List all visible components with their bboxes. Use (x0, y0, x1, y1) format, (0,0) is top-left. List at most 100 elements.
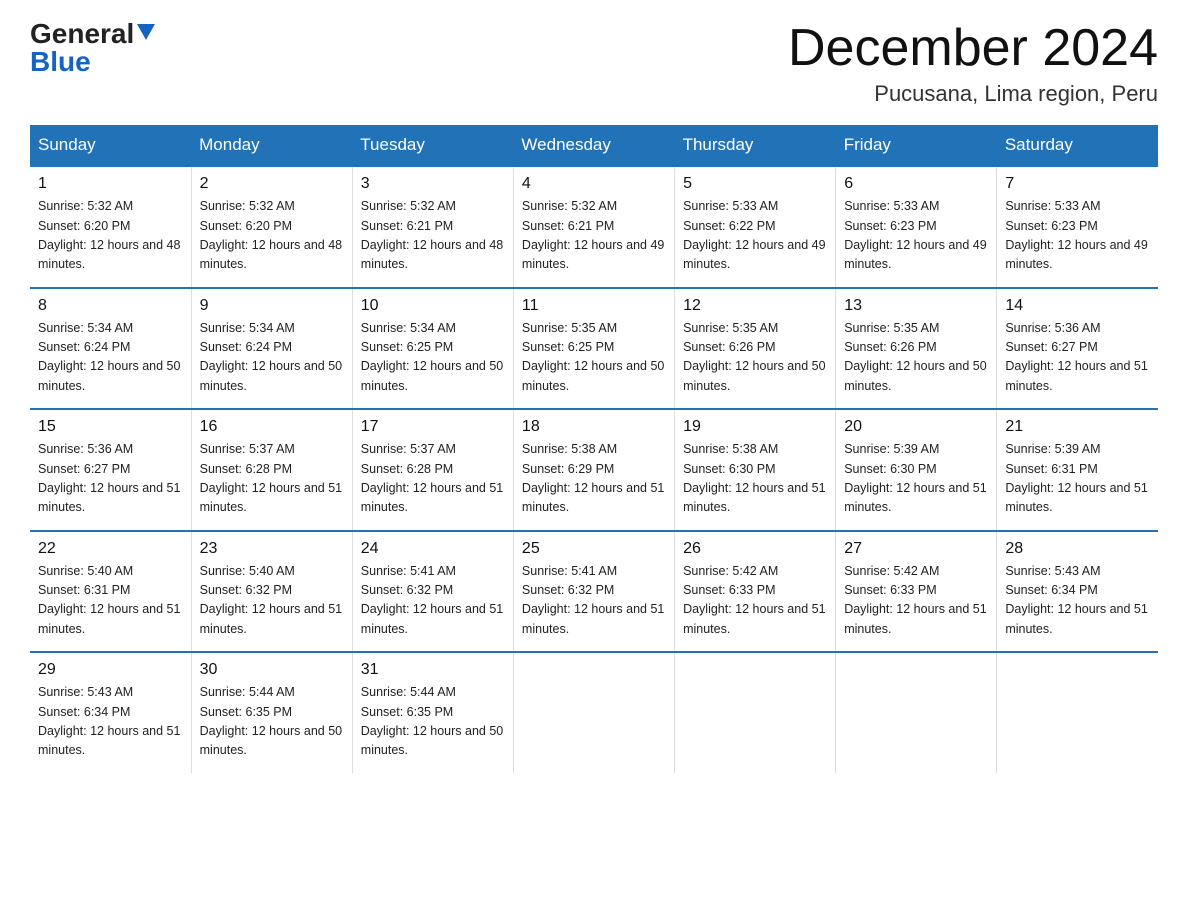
calendar-week-5: 29 Sunrise: 5:43 AMSunset: 6:34 PMDaylig… (30, 652, 1158, 773)
day-number: 10 (361, 297, 505, 315)
calendar-cell: 17 Sunrise: 5:37 AMSunset: 6:28 PMDaylig… (352, 409, 513, 531)
day-number: 11 (522, 297, 666, 315)
col-tuesday: Tuesday (352, 125, 513, 166)
day-number: 18 (522, 418, 666, 436)
day-number: 28 (1005, 540, 1150, 558)
day-number: 31 (361, 661, 505, 679)
day-number: 29 (38, 661, 183, 679)
day-info: Sunrise: 5:32 AMSunset: 6:20 PMDaylight:… (200, 199, 342, 271)
calendar-week-2: 8 Sunrise: 5:34 AMSunset: 6:24 PMDayligh… (30, 288, 1158, 410)
calendar-cell: 15 Sunrise: 5:36 AMSunset: 6:27 PMDaylig… (30, 409, 191, 531)
day-info: Sunrise: 5:32 AMSunset: 6:21 PMDaylight:… (522, 199, 664, 271)
day-info: Sunrise: 5:34 AMSunset: 6:25 PMDaylight:… (361, 321, 503, 393)
calendar-cell: 3 Sunrise: 5:32 AMSunset: 6:21 PMDayligh… (352, 166, 513, 288)
day-number: 6 (844, 175, 988, 193)
calendar-week-4: 22 Sunrise: 5:40 AMSunset: 6:31 PMDaylig… (30, 531, 1158, 653)
day-info: Sunrise: 5:42 AMSunset: 6:33 PMDaylight:… (683, 564, 825, 636)
col-sunday: Sunday (30, 125, 191, 166)
calendar-cell: 29 Sunrise: 5:43 AMSunset: 6:34 PMDaylig… (30, 652, 191, 773)
calendar-cell: 9 Sunrise: 5:34 AMSunset: 6:24 PMDayligh… (191, 288, 352, 410)
day-number: 24 (361, 540, 505, 558)
day-number: 12 (683, 297, 827, 315)
day-number: 14 (1005, 297, 1150, 315)
day-info: Sunrise: 5:33 AMSunset: 6:23 PMDaylight:… (1005, 199, 1147, 271)
calendar-cell: 28 Sunrise: 5:43 AMSunset: 6:34 PMDaylig… (997, 531, 1158, 653)
logo-blue-text: Blue (30, 48, 91, 76)
day-number: 23 (200, 540, 344, 558)
day-number: 7 (1005, 175, 1150, 193)
calendar-cell: 25 Sunrise: 5:41 AMSunset: 6:32 PMDaylig… (513, 531, 674, 653)
day-info: Sunrise: 5:33 AMSunset: 6:23 PMDaylight:… (844, 199, 986, 271)
logo-general-text: General (30, 20, 134, 48)
day-info: Sunrise: 5:36 AMSunset: 6:27 PMDaylight:… (38, 442, 180, 514)
calendar-header: Sunday Monday Tuesday Wednesday Thursday… (30, 125, 1158, 166)
calendar-cell: 26 Sunrise: 5:42 AMSunset: 6:33 PMDaylig… (675, 531, 836, 653)
day-info: Sunrise: 5:35 AMSunset: 6:25 PMDaylight:… (522, 321, 664, 393)
calendar-body: 1 Sunrise: 5:32 AMSunset: 6:20 PMDayligh… (30, 166, 1158, 773)
day-number: 5 (683, 175, 827, 193)
day-number: 27 (844, 540, 988, 558)
day-info: Sunrise: 5:37 AMSunset: 6:28 PMDaylight:… (361, 442, 503, 514)
day-info: Sunrise: 5:39 AMSunset: 6:30 PMDaylight:… (844, 442, 986, 514)
calendar-cell: 7 Sunrise: 5:33 AMSunset: 6:23 PMDayligh… (997, 166, 1158, 288)
day-number: 22 (38, 540, 183, 558)
calendar-title: December 2024 (788, 20, 1158, 77)
day-info: Sunrise: 5:33 AMSunset: 6:22 PMDaylight:… (683, 199, 825, 271)
day-number: 17 (361, 418, 505, 436)
day-info: Sunrise: 5:38 AMSunset: 6:29 PMDaylight:… (522, 442, 664, 514)
day-number: 3 (361, 175, 505, 193)
day-number: 13 (844, 297, 988, 315)
calendar-cell: 23 Sunrise: 5:40 AMSunset: 6:32 PMDaylig… (191, 531, 352, 653)
day-number: 19 (683, 418, 827, 436)
day-number: 2 (200, 175, 344, 193)
calendar-cell: 21 Sunrise: 5:39 AMSunset: 6:31 PMDaylig… (997, 409, 1158, 531)
day-info: Sunrise: 5:44 AMSunset: 6:35 PMDaylight:… (200, 685, 342, 757)
day-info: Sunrise: 5:42 AMSunset: 6:33 PMDaylight:… (844, 564, 986, 636)
calendar-cell: 5 Sunrise: 5:33 AMSunset: 6:22 PMDayligh… (675, 166, 836, 288)
day-number: 8 (38, 297, 183, 315)
col-monday: Monday (191, 125, 352, 166)
day-info: Sunrise: 5:41 AMSunset: 6:32 PMDaylight:… (361, 564, 503, 636)
calendar-cell: 10 Sunrise: 5:34 AMSunset: 6:25 PMDaylig… (352, 288, 513, 410)
day-info: Sunrise: 5:41 AMSunset: 6:32 PMDaylight:… (522, 564, 664, 636)
calendar-cell (997, 652, 1158, 773)
calendar-cell: 8 Sunrise: 5:34 AMSunset: 6:24 PMDayligh… (30, 288, 191, 410)
calendar-cell: 30 Sunrise: 5:44 AMSunset: 6:35 PMDaylig… (191, 652, 352, 773)
calendar-cell: 18 Sunrise: 5:38 AMSunset: 6:29 PMDaylig… (513, 409, 674, 531)
calendar-cell: 31 Sunrise: 5:44 AMSunset: 6:35 PMDaylig… (352, 652, 513, 773)
calendar-week-1: 1 Sunrise: 5:32 AMSunset: 6:20 PMDayligh… (30, 166, 1158, 288)
calendar-cell: 4 Sunrise: 5:32 AMSunset: 6:21 PMDayligh… (513, 166, 674, 288)
day-number: 9 (200, 297, 344, 315)
col-thursday: Thursday (675, 125, 836, 166)
day-info: Sunrise: 5:35 AMSunset: 6:26 PMDaylight:… (683, 321, 825, 393)
day-number: 21 (1005, 418, 1150, 436)
logo-triangle-icon (137, 24, 155, 40)
calendar-cell: 11 Sunrise: 5:35 AMSunset: 6:25 PMDaylig… (513, 288, 674, 410)
calendar-table: Sunday Monday Tuesday Wednesday Thursday… (30, 125, 1158, 773)
page-header: General Blue December 2024 Pucusana, Lim… (30, 20, 1158, 107)
day-info: Sunrise: 5:39 AMSunset: 6:31 PMDaylight:… (1005, 442, 1147, 514)
calendar-cell: 1 Sunrise: 5:32 AMSunset: 6:20 PMDayligh… (30, 166, 191, 288)
day-number: 15 (38, 418, 183, 436)
day-info: Sunrise: 5:43 AMSunset: 6:34 PMDaylight:… (38, 685, 180, 757)
day-info: Sunrise: 5:35 AMSunset: 6:26 PMDaylight:… (844, 321, 986, 393)
day-info: Sunrise: 5:37 AMSunset: 6:28 PMDaylight:… (200, 442, 342, 514)
day-number: 4 (522, 175, 666, 193)
calendar-cell (836, 652, 997, 773)
day-info: Sunrise: 5:32 AMSunset: 6:21 PMDaylight:… (361, 199, 503, 271)
calendar-cell: 2 Sunrise: 5:32 AMSunset: 6:20 PMDayligh… (191, 166, 352, 288)
title-area: December 2024 Pucusana, Lima region, Per… (788, 20, 1158, 107)
day-info: Sunrise: 5:43 AMSunset: 6:34 PMDaylight:… (1005, 564, 1147, 636)
day-number: 16 (200, 418, 344, 436)
day-info: Sunrise: 5:34 AMSunset: 6:24 PMDaylight:… (200, 321, 342, 393)
day-info: Sunrise: 5:44 AMSunset: 6:35 PMDaylight:… (361, 685, 503, 757)
logo: General Blue (30, 20, 155, 76)
day-number: 20 (844, 418, 988, 436)
day-info: Sunrise: 5:40 AMSunset: 6:32 PMDaylight:… (200, 564, 342, 636)
col-friday: Friday (836, 125, 997, 166)
calendar-week-3: 15 Sunrise: 5:36 AMSunset: 6:27 PMDaylig… (30, 409, 1158, 531)
day-number: 25 (522, 540, 666, 558)
calendar-cell: 6 Sunrise: 5:33 AMSunset: 6:23 PMDayligh… (836, 166, 997, 288)
calendar-cell (675, 652, 836, 773)
calendar-subtitle: Pucusana, Lima region, Peru (788, 81, 1158, 107)
